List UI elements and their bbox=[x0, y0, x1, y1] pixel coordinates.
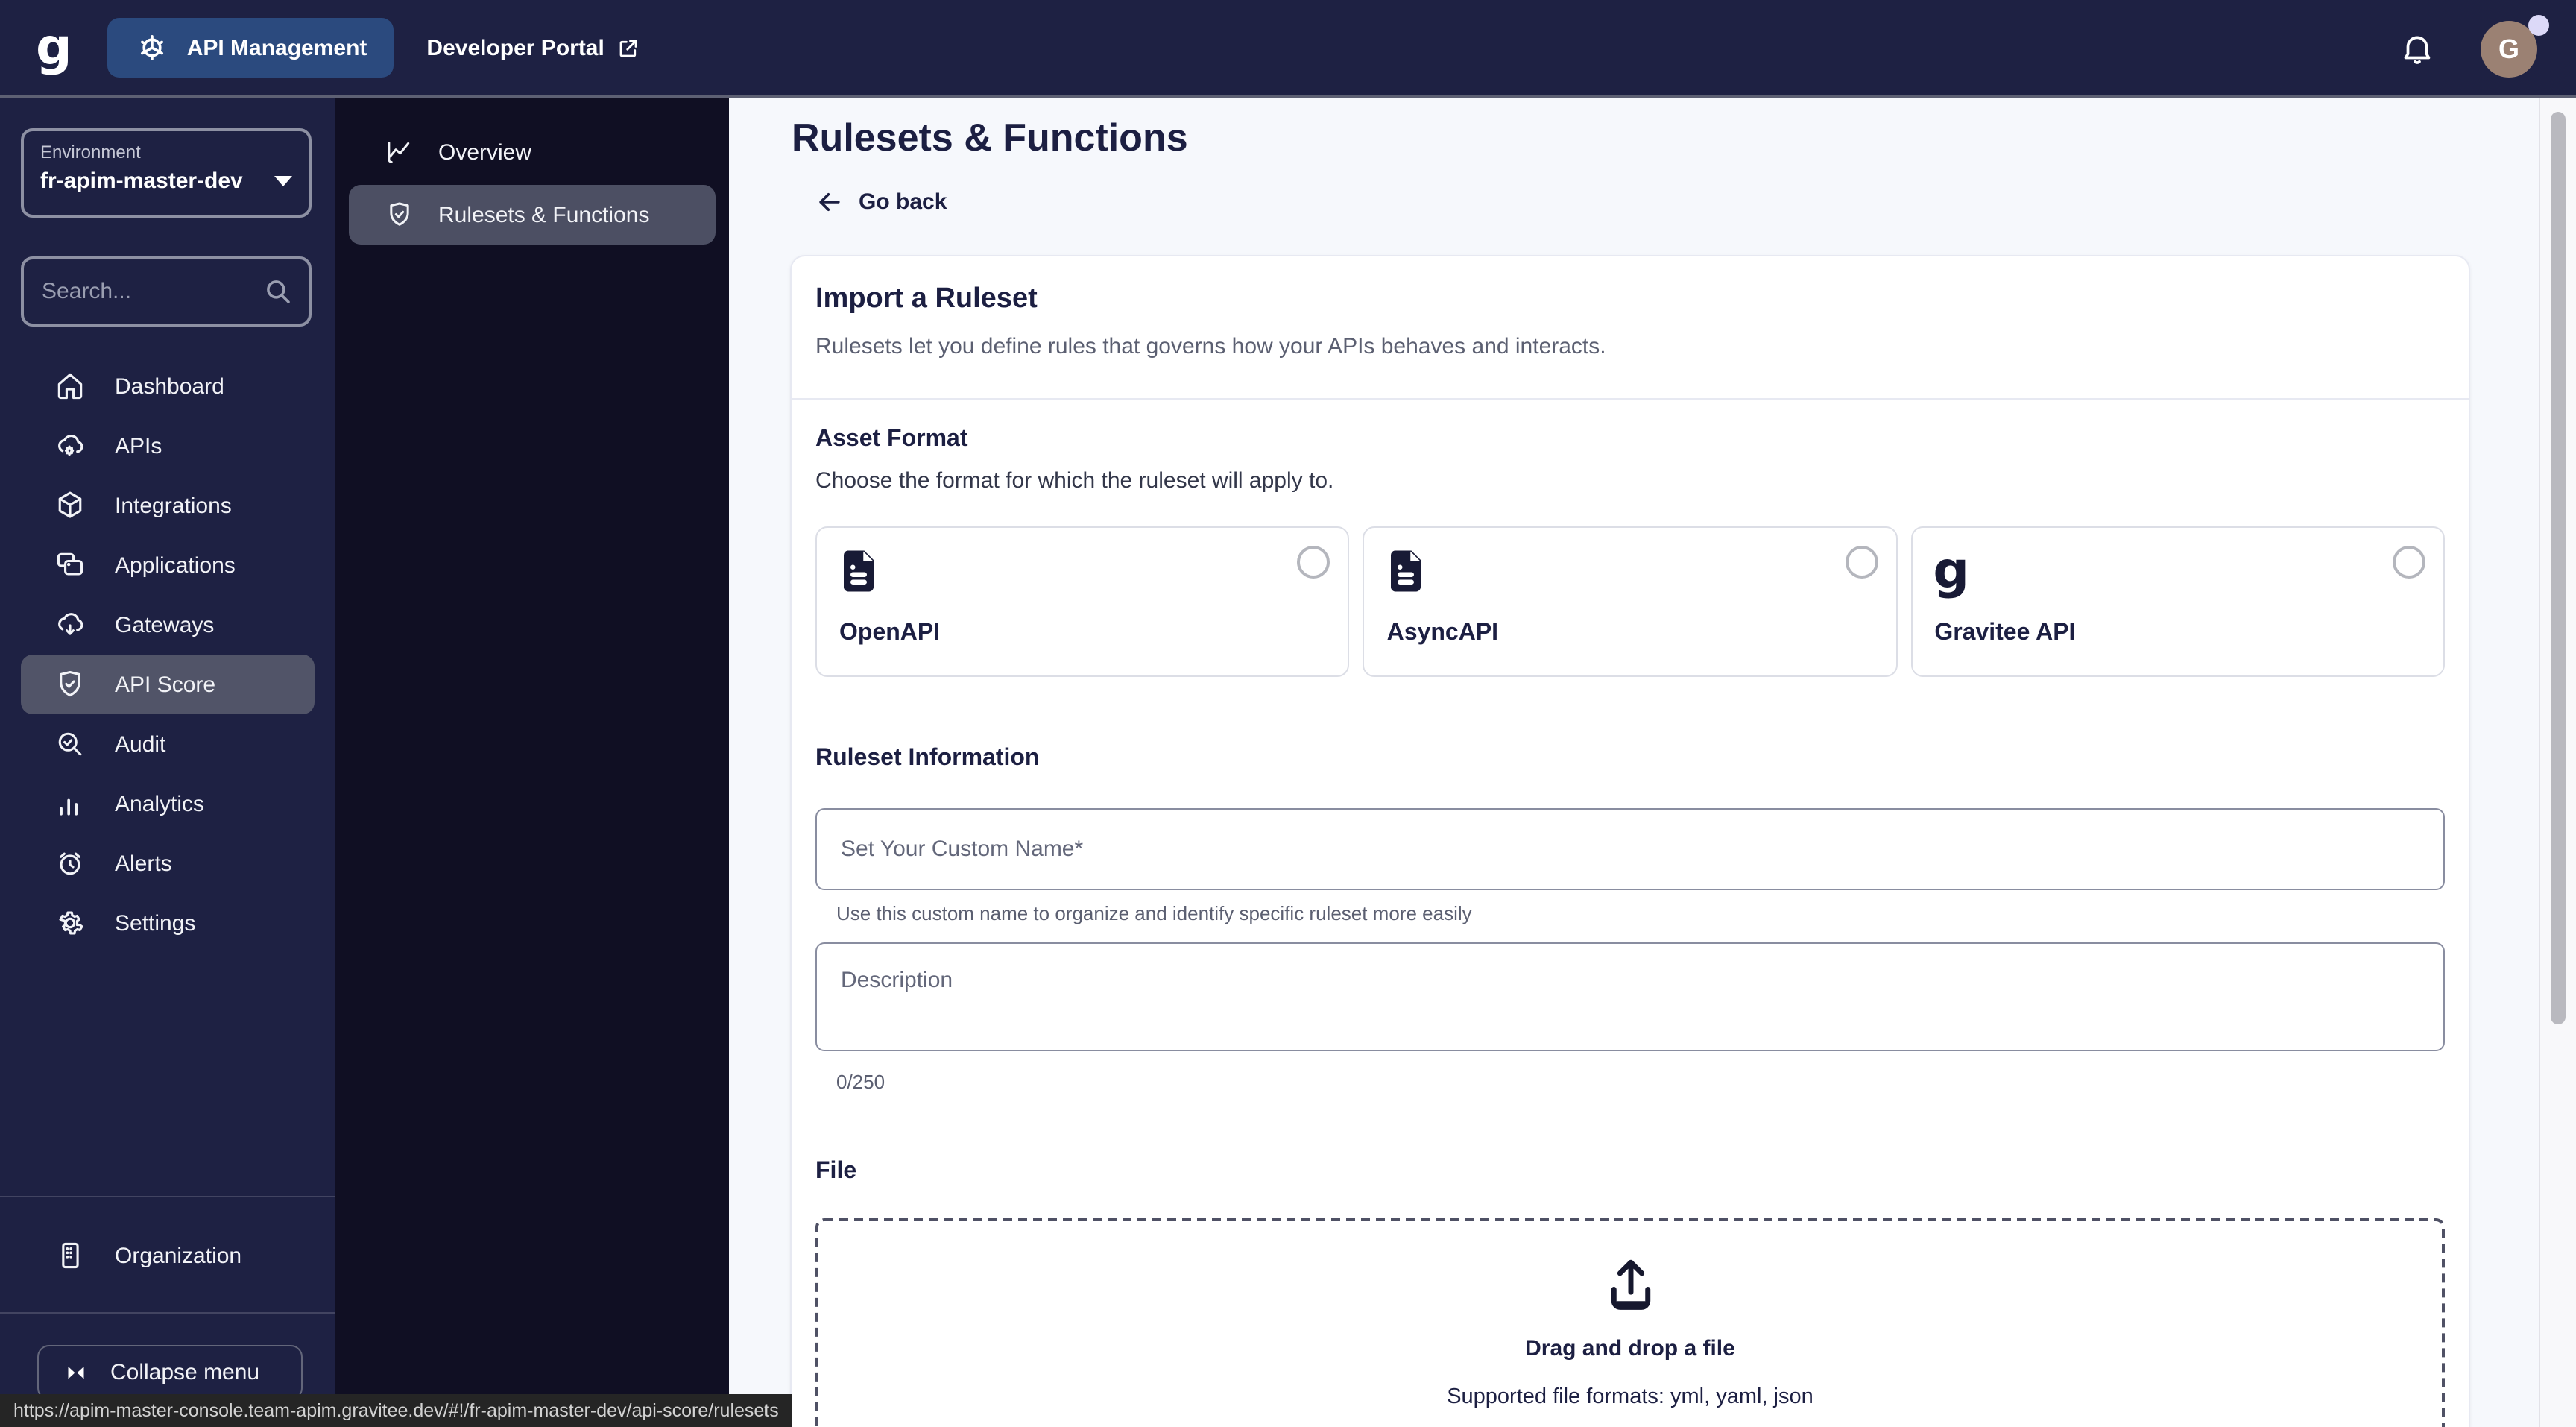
char-counter: 0/250 bbox=[836, 1071, 886, 1093]
chevron-down-icon bbox=[274, 176, 292, 186]
scrollbar-track[interactable] bbox=[2539, 98, 2576, 1427]
card-divider bbox=[792, 398, 2469, 400]
status-url-tooltip: https://apim-master-console.team-apim.gr… bbox=[0, 1394, 792, 1427]
format-card-gravitee-api[interactable]: g Gravitee API bbox=[1910, 526, 2445, 677]
environment-value: fr-apim-master-dev bbox=[40, 168, 243, 194]
upload-icon bbox=[1610, 1259, 1650, 1310]
developer-portal-label: Developer Portal bbox=[426, 35, 604, 60]
cloud-download-icon bbox=[58, 613, 83, 635]
external-link-icon bbox=[618, 37, 640, 59]
document-icon bbox=[1391, 550, 1421, 592]
api-management-label: API Management bbox=[186, 35, 367, 60]
format-card-openapi[interactable]: OpenAPI bbox=[815, 526, 1350, 677]
main-content: Rulesets & Functions Go back Import a Ru… bbox=[729, 98, 2576, 1427]
import-ruleset-card: Import a Ruleset Rulesets let you define… bbox=[790, 255, 2470, 1427]
format-card-asyncapi[interactable]: AsyncAPI bbox=[1363, 526, 1898, 677]
scrollbar-thumb[interactable] bbox=[2551, 112, 2566, 1024]
developer-portal-link[interactable]: Developer Portal bbox=[426, 35, 640, 60]
subnav-item-rulesets-functions[interactable]: Rulesets & Functions bbox=[349, 185, 716, 245]
sidebar-item-api-score[interactable]: API Score bbox=[21, 655, 315, 714]
sidebar-item-applications[interactable]: Applications bbox=[21, 535, 315, 595]
back-arrow-icon bbox=[819, 192, 840, 212]
openapi-radio[interactable] bbox=[1297, 546, 1330, 579]
gravitee-api-radio[interactable] bbox=[2392, 546, 2425, 579]
sidebar-nav: Dashboard APIs Integrations Applications… bbox=[0, 356, 335, 953]
sidebar-item-analytics[interactable]: Analytics bbox=[21, 774, 315, 834]
avatar-status-dot bbox=[2528, 15, 2549, 36]
search-input[interactable] bbox=[24, 279, 262, 304]
asyncapi-radio[interactable] bbox=[1845, 546, 1878, 579]
asset-format-options: OpenAPI AsyncAPI g Gravitee API bbox=[815, 526, 2445, 677]
asset-format-title: Asset Format bbox=[815, 426, 968, 452]
file-dropzone[interactable]: Drag and drop a file Supported file form… bbox=[815, 1218, 2445, 1427]
collapse-menu-button[interactable]: Collapse menu bbox=[37, 1345, 303, 1400]
line-chart-icon bbox=[388, 142, 410, 163]
user-avatar[interactable]: G bbox=[2481, 15, 2549, 81]
dropzone-hint: Supported file formats: yml, yaml, json bbox=[1447, 1385, 1813, 1409]
top-bar: g API Management Developer Portal G bbox=[0, 0, 2576, 98]
dropzone-title: Drag and drop a file bbox=[1525, 1336, 1735, 1361]
sidebar-item-organization[interactable]: Organization bbox=[21, 1226, 315, 1285]
windows-icon bbox=[57, 552, 83, 576]
search-check-icon bbox=[58, 732, 82, 756]
file-title: File bbox=[815, 1159, 857, 1184]
document-icon bbox=[843, 550, 874, 592]
secondary-sidebar: Overview Rulesets & Functions bbox=[335, 98, 729, 1427]
shield-check-icon bbox=[390, 202, 409, 226]
apim-gear-icon bbox=[135, 30, 171, 66]
format-label: OpenAPI bbox=[839, 620, 941, 646]
subnav-item-overview[interactable]: Overview bbox=[349, 122, 716, 182]
sidebar-search[interactable] bbox=[21, 256, 312, 327]
gravitee-logo-icon: g bbox=[1933, 541, 1969, 601]
custom-name-helper: Use this custom name to organize and ide… bbox=[836, 902, 1472, 924]
sidebar-divider bbox=[0, 1312, 335, 1314]
import-ruleset-subtitle: Rulesets let you define rules that gover… bbox=[815, 334, 1606, 359]
asset-format-desc: Choose the format for which the ruleset … bbox=[815, 468, 1334, 494]
home-icon bbox=[57, 373, 83, 400]
primary-sidebar: Environment fr-apim-master-dev Dashboard… bbox=[0, 98, 335, 1427]
bar-chart-icon bbox=[60, 798, 78, 816]
shield-check-icon bbox=[60, 670, 80, 697]
environment-selector[interactable]: Environment fr-apim-master-dev bbox=[21, 128, 312, 218]
gear-icon bbox=[59, 911, 83, 935]
app-root: g API Management Developer Portal G Envi… bbox=[0, 0, 2576, 1427]
sidebar-item-apis[interactable]: APIs bbox=[21, 416, 315, 476]
import-ruleset-title: Import a Ruleset bbox=[815, 283, 1038, 315]
go-back-button[interactable]: Go back bbox=[815, 188, 947, 216]
collapse-icon bbox=[68, 1366, 84, 1379]
format-label: Gravitee API bbox=[1934, 620, 2076, 646]
ruleset-information-title: Ruleset Information bbox=[815, 746, 1040, 771]
sidebar-item-dashboard[interactable]: Dashboard bbox=[21, 356, 315, 416]
sidebar-item-integrations[interactable]: Integrations bbox=[21, 476, 315, 535]
organization-icon bbox=[62, 1242, 79, 1269]
format-label: AsyncAPI bbox=[1386, 620, 1499, 646]
environment-label: Environment bbox=[40, 142, 141, 163]
sidebar-item-gateways[interactable]: Gateways bbox=[21, 595, 315, 655]
description-input[interactable] bbox=[815, 942, 2445, 1051]
sidebar-item-audit[interactable]: Audit bbox=[21, 714, 315, 774]
api-management-button[interactable]: API Management bbox=[107, 18, 394, 78]
sidebar-item-alerts[interactable]: Alerts bbox=[21, 834, 315, 893]
alarm-clock-icon bbox=[60, 852, 80, 875]
cloud-gear-icon bbox=[58, 435, 83, 456]
topbar-right-group: G bbox=[2399, 0, 2576, 95]
gravitee-logo-icon: g bbox=[36, 18, 72, 78]
search-icon bbox=[262, 276, 294, 307]
page-title: Rulesets & Functions bbox=[792, 115, 1188, 160]
sidebar-item-settings[interactable]: Settings bbox=[21, 893, 315, 953]
notifications-bell-icon[interactable] bbox=[2399, 29, 2436, 66]
custom-name-input[interactable] bbox=[815, 808, 2445, 890]
sidebar-divider bbox=[0, 1196, 335, 1197]
cube-icon bbox=[58, 491, 82, 518]
